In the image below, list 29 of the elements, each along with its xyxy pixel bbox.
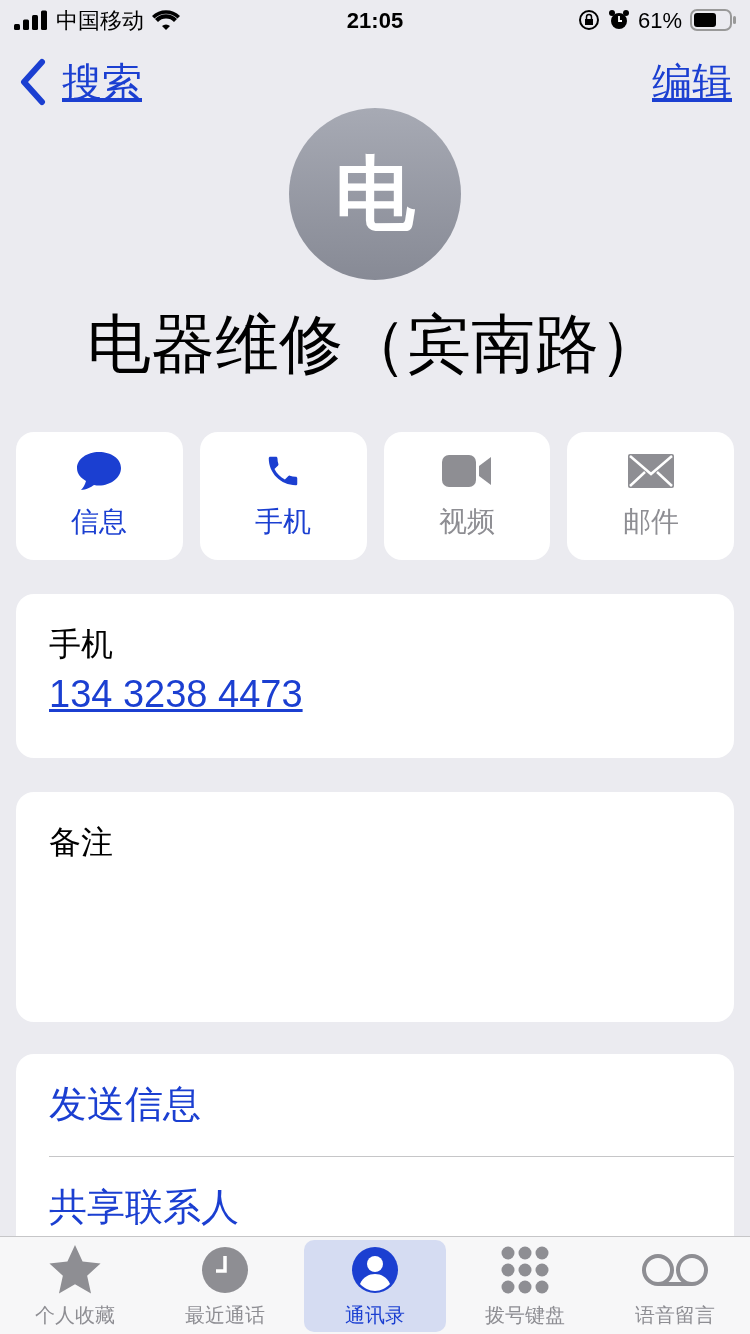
clock-icon xyxy=(201,1245,249,1294)
option-link[interactable]: 共享联系人 xyxy=(49,1157,239,1236)
battery-icon xyxy=(690,9,736,31)
phone-number-link[interactable]: 134 3238 4473 xyxy=(49,666,303,722)
chevron-left-icon xyxy=(18,58,46,106)
tab-item[interactable]: 通讯录 xyxy=(304,1239,446,1332)
action-button[interactable]: 手机 xyxy=(199,432,367,560)
person-icon xyxy=(351,1245,399,1294)
alarm-icon xyxy=(607,9,630,31)
keypad-icon xyxy=(501,1245,549,1294)
carrier-name: 中国移动 xyxy=(56,6,144,35)
action-button[interactable]: 信息 xyxy=(16,432,183,560)
star-icon xyxy=(49,1244,101,1295)
notes-label: 备注 xyxy=(49,824,113,860)
voicemail-icon xyxy=(641,1252,709,1287)
signal-icon xyxy=(14,10,48,30)
back-button[interactable]: 搜索 xyxy=(18,52,142,112)
clock-time: 21:05 xyxy=(346,6,404,35)
speech-bubble-icon xyxy=(76,451,123,491)
edit-button[interactable]: 编辑 xyxy=(652,52,732,112)
envelope-icon xyxy=(627,454,674,488)
video-camera-icon xyxy=(441,454,492,488)
contact-name: 电器维修（宾南路） xyxy=(87,307,663,382)
rotation-lock-icon xyxy=(577,9,600,31)
phone-label: 手机 xyxy=(49,625,113,664)
option-link[interactable]: 发送信息 xyxy=(49,1054,201,1156)
avatar: 电 xyxy=(289,108,461,280)
wifi-icon xyxy=(152,10,180,30)
battery-percent: 61% xyxy=(637,6,682,35)
